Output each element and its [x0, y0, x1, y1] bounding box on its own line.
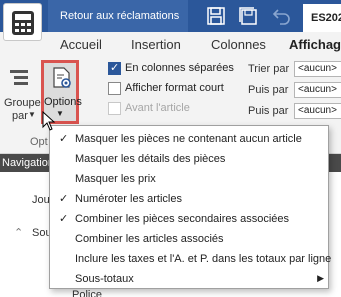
before-article-label: Avant l'article	[125, 102, 190, 114]
separate-columns-label[interactable]: En colonnes séparées	[125, 62, 234, 74]
separate-columns-checkbox[interactable]	[108, 61, 121, 75]
check-icon: ✓	[59, 193, 69, 205]
back-to-claims-button[interactable]: Retour aux réclamations	[48, 0, 188, 32]
menu-item-hide-part-details[interactable]: Masquer les détails des pièces	[50, 148, 328, 170]
check-icon: ✓	[59, 133, 69, 145]
tab-affichage[interactable]: Affichag	[289, 37, 341, 52]
group-by-label-2[interactable]: par	[12, 110, 28, 122]
tree-item-journal[interactable]: Jou	[32, 194, 50, 206]
tree-item-police[interactable]: Police	[72, 289, 102, 297]
app-calculator-icon[interactable]	[3, 3, 42, 41]
menu-item-include-taxes[interactable]: Inclure les taxes et l'A. et P. dans les…	[50, 248, 331, 270]
options-menu: ✓ Masquer les pièces ne contenant aucun …	[49, 125, 331, 290]
tree-collapse-icon[interactable]: ⌃	[14, 226, 23, 239]
group-by-icon[interactable]	[8, 67, 30, 89]
then-by-label-2: Puis par	[248, 105, 289, 117]
menu-item-subtotals[interactable]: Sous-totaux ▶	[50, 268, 328, 290]
options-label: Options	[44, 96, 82, 108]
before-article-checkbox	[108, 102, 121, 115]
menu-item-combine-articles[interactable]: Combiner les articles associés	[50, 228, 328, 250]
short-format-label[interactable]: Afficher format court	[125, 82, 224, 94]
group-by-label[interactable]: Grouper	[4, 97, 44, 109]
check-icon: ✓	[59, 213, 69, 225]
then-by-select-1[interactable]: <aucun>	[294, 82, 341, 98]
menu-item-hide-prices[interactable]: Masquer les prix	[50, 168, 328, 190]
then-by-label-1: Puis par	[248, 84, 289, 96]
submenu-arrow-icon: ▶	[317, 273, 324, 283]
save-all-icon[interactable]	[238, 6, 258, 26]
menu-item-hide-empty-parts[interactable]: ✓ Masquer les pièces ne contenant aucun …	[50, 128, 328, 150]
menu-item-combine-secondary-parts[interactable]: ✓ Combiner les pièces secondaires associ…	[50, 208, 328, 230]
undo-icon[interactable]	[272, 6, 292, 26]
mouse-cursor-icon	[42, 111, 56, 131]
sort-by-label: Trier par	[248, 63, 290, 75]
then-by-select-2[interactable]: <aucun>	[294, 103, 341, 119]
menu-item-number-articles[interactable]: ✓ Numéroter les articles	[50, 188, 328, 210]
group-by-dropdown-icon[interactable]: ▼	[28, 110, 36, 119]
save-icon[interactable]	[206, 6, 226, 26]
document-tab[interactable]: ES202	[303, 4, 341, 32]
sort-by-select[interactable]: <aucun>	[294, 61, 341, 77]
options-group-name: Opt	[30, 136, 48, 148]
tab-accueil[interactable]: Accueil	[60, 37, 102, 52]
short-format-checkbox[interactable]	[108, 82, 121, 95]
options-doc-gear-icon	[53, 67, 71, 88]
tab-colonnes[interactable]: Colonnes	[211, 37, 266, 52]
tab-insertion[interactable]: Insertion	[131, 37, 181, 52]
